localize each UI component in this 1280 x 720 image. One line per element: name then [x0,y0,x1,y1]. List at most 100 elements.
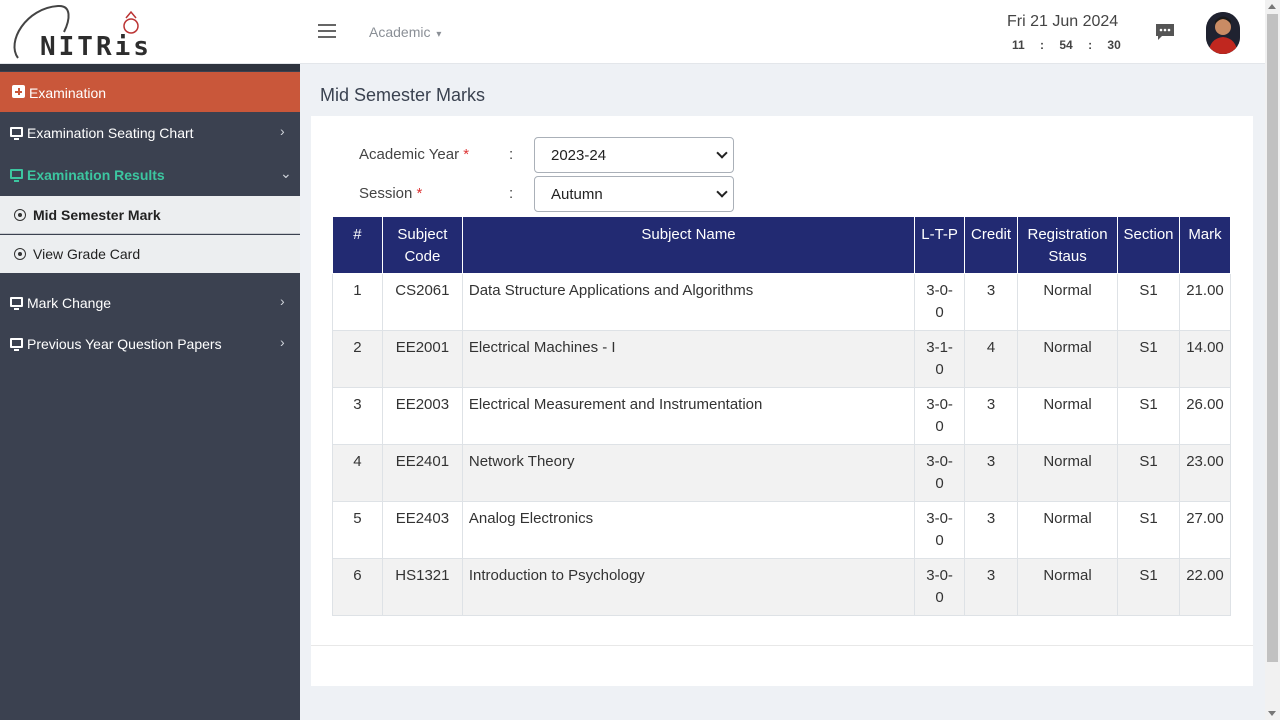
nitris-logo[interactable]: NITRis [6,2,166,64]
chat-icon[interactable] [1155,22,1175,42]
sidebar-subitem-view-grade-card[interactable]: View Grade Card [0,235,300,273]
session-label-text: Session [359,185,413,202]
cell-subject-name: Electrical Measurement and Instrumentati… [461,387,916,445]
cell-registration-status: Normal [1017,501,1119,559]
logo-text: NITRis [40,32,152,62]
cell-subject-name: Data Structure Applications and Algorith… [461,273,916,331]
radio-dot-icon [14,248,26,260]
cell-ltp: 3-0-0 [914,558,966,616]
cell-subject-code: HS1321 [381,558,463,616]
cell-credit: 3 [964,558,1019,616]
academic-year-value: 2023-24 [551,147,607,164]
scroll-thumb[interactable] [1267,14,1278,662]
cell-credit: 3 [964,273,1019,331]
sidebar-item-mark-change[interactable]: Mark Change › [0,283,300,323]
user-avatar[interactable] [1206,12,1240,54]
cell-ltp: 3-0-0 [914,501,966,559]
table-row: 3 EE2003 Electrical Measurement and Inst… [332,387,1232,445]
monitor-icon [10,127,23,140]
monitor-icon [10,169,23,182]
chevron-right-icon: › [280,123,285,139]
sidebar-item-examination[interactable]: Examination [0,72,300,112]
cell-section: S1 [1117,558,1180,616]
sidebar-item-examination-results[interactable]: Examination Results ⌄ [0,155,300,195]
page-scrollbar[interactable] [1265,0,1280,720]
cell-mark: 26.00 [1178,387,1232,445]
cell-number: 5 [332,501,383,559]
required-asterisk: * [463,146,470,163]
sidebar-item-label: Examination Seating Chart [27,125,194,141]
session-select[interactable]: Autumn [534,176,734,212]
sidebar-item-question-papers[interactable]: Previous Year Question Papers › [0,324,300,364]
cell-credit: 3 [964,501,1019,559]
column-header-registration-status: Registration Staus [1017,216,1119,274]
cell-number: 3 [332,387,383,445]
table-row: 1 CS2061 Data Structure Applications and… [332,273,1232,331]
academic-menu[interactable]: Academic ▾ [369,24,441,40]
page-title: Mid Semester Marks [320,85,486,105]
column-header-subject-code: Subject Code [381,216,463,274]
cell-registration-status: Normal [1017,387,1119,445]
cell-registration-status: Normal [1017,273,1119,331]
academic-menu-label: Academic [369,24,431,40]
hamburger-menu-icon[interactable] [318,24,336,40]
cell-section: S1 [1117,501,1180,559]
card-divider [311,645,1253,646]
sidebar-subitem-label: View Grade Card [33,246,141,262]
cell-ltp: 3-1-0 [914,330,966,388]
table-row: 6 HS1321 Introduction to Psychology 3-0-… [332,558,1232,616]
sidebar-subitem-label: Mid Semester Mark [33,207,161,223]
cell-number: 1 [332,273,383,331]
chevron-down-icon [716,147,728,159]
column-header-mark: Mark [1178,216,1232,274]
cell-registration-status: Normal [1017,558,1119,616]
column-header-credit: Credit [964,216,1019,274]
monitor-icon [10,338,23,351]
cell-number: 6 [332,558,383,616]
cell-mark: 22.00 [1178,558,1232,616]
time-separator: : [1088,38,1093,52]
cell-ltp: 3-0-0 [914,387,966,445]
cell-mark: 14.00 [1178,330,1232,388]
sidebar-item-label: Previous Year Question Papers [27,336,222,352]
cell-subject-name: Electrical Machines - I [461,330,916,388]
chevron-right-icon: › [280,293,285,309]
cell-section: S1 [1117,444,1180,502]
cell-ltp: 3-0-0 [914,444,966,502]
chevron-down-icon: ⌄ [280,165,292,181]
column-header-subject-name: Subject Name [461,216,916,274]
table-row: 2 EE2001 Electrical Machines - I 3-1-0 4… [332,330,1232,388]
plus-square-icon [12,85,25,98]
sidebar-subitem-mid-semester-mark[interactable]: Mid Semester Mark [0,196,300,234]
time-minutes: 54 [1059,38,1073,52]
cell-subject-code: CS2061 [381,273,463,331]
cell-subject-code: EE2401 [381,444,463,502]
sidebar-item-label: Examination Results [27,167,165,183]
academic-year-select[interactable]: 2023-24 [534,137,734,173]
sidebar: Examination Examination Seating Chart › … [0,64,300,720]
column-header-section: Section [1117,216,1180,274]
cell-credit: 4 [964,330,1019,388]
monitor-icon [10,297,23,310]
marks-table: # Subject Code Subject Name L-T-P Credit… [332,216,1232,616]
sidebar-top-border [0,64,300,71]
cell-credit: 3 [964,444,1019,502]
time-seconds: 30 [1107,38,1121,52]
cell-subject-name: Network Theory [461,444,916,502]
sidebar-item-seating-chart[interactable]: Examination Seating Chart › [0,113,300,153]
top-header: NITRis Academic ▾ Fri 21 Jun 2024 11 : 5… [0,0,1265,64]
academic-year-label: Academic Year * [359,146,469,163]
academic-year-label-text: Academic Year [359,146,460,163]
form-colon: : [509,146,514,163]
column-header-ltp: L-T-P [914,216,966,274]
sidebar-item-label: Mark Change [27,295,112,311]
cell-section: S1 [1117,387,1180,445]
form-colon: : [509,185,514,202]
cell-section: S1 [1117,273,1180,331]
scroll-down-icon[interactable] [1268,711,1276,716]
cell-subject-name: Analog Electronics [461,501,916,559]
scroll-up-icon[interactable] [1268,4,1276,9]
table-row: 5 EE2403 Analog Electronics 3-0-0 3 Norm… [332,501,1232,559]
cell-mark: 23.00 [1178,444,1232,502]
cell-ltp: 3-0-0 [914,273,966,331]
